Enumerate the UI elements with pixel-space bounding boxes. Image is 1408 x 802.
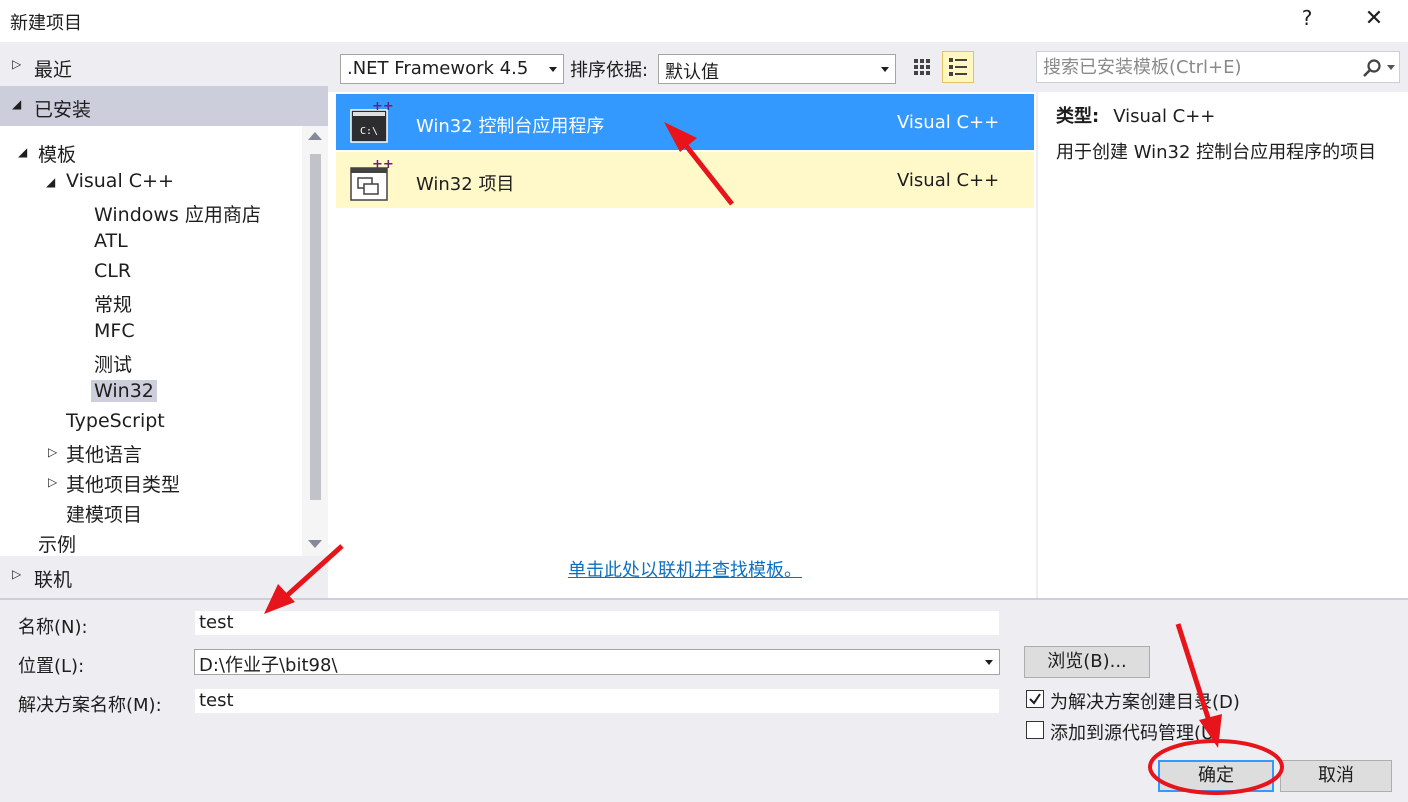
expand-arrow-icon: ▷: [48, 475, 58, 489]
sort-label: 排序依据:: [570, 60, 649, 81]
list-view-button[interactable]: [942, 51, 974, 83]
template-win32-project[interactable]: ++ Win32 项目 Visual C++: [336, 152, 1034, 208]
source-control-checkbox[interactable]: [1026, 721, 1044, 739]
svg-text:++: ++: [372, 160, 394, 172]
help-button[interactable]: ?: [1296, 6, 1318, 34]
template-win32-console[interactable]: C:\ ++ Win32 控制台应用程序 Visual C++: [336, 94, 1034, 150]
project-form: 名称(N): test 位置(L): D:\作业子\bit98\ 解决方案名称(…: [0, 598, 1408, 802]
collapse-arrow-icon: ◢: [12, 97, 22, 111]
cancel-button[interactable]: 取消: [1280, 760, 1392, 792]
framework-select[interactable]: .NET Framework 4.5: [340, 54, 564, 84]
name-input[interactable]: test: [194, 610, 1000, 636]
close-button[interactable]: ✕: [1358, 6, 1390, 34]
description-text: 用于创建 Win32 控制台应用程序的项目: [1056, 142, 1377, 163]
location-label: 位置(L):: [18, 656, 85, 677]
sort-select[interactable]: 默认值: [658, 54, 896, 84]
search-box[interactable]: [1036, 51, 1400, 83]
search-icon[interactable]: [1361, 58, 1383, 78]
chevron-down-icon: [985, 660, 993, 665]
tree-recent[interactable]: ▷ 最近: [0, 46, 328, 86]
browse-button[interactable]: 浏览(B)...: [1024, 646, 1150, 678]
toolbar: .NET Framework 4.5 排序依据: 默认值: [328, 42, 1408, 92]
list-view-icon: [949, 58, 967, 76]
scroll-down-icon[interactable]: [308, 540, 322, 548]
template-tree: ◢ 模板 ◢ Visual C++ Windows 应用商店 ATL CLR 常…: [0, 126, 328, 556]
title-bar: 新建项目 ? ✕: [0, 0, 1408, 42]
chevron-down-icon: [549, 67, 557, 72]
collapse-arrow-icon: ◢: [46, 175, 56, 189]
solution-name-input[interactable]: test: [194, 688, 1000, 714]
grid-view-icon: [914, 59, 930, 75]
window-title: 新建项目: [10, 13, 82, 34]
svg-text:C:\: C:\: [360, 126, 378, 137]
solution-name-label: 解决方案名称(M):: [18, 695, 162, 716]
online-templates-link[interactable]: 单击此处以联机并查找模板。: [336, 556, 1034, 582]
console-app-icon: C:\ ++: [350, 102, 394, 143]
expand-arrow-icon: ▷: [12, 57, 22, 71]
checkmark-icon: [1029, 693, 1041, 705]
scroll-up-icon[interactable]: [308, 132, 322, 140]
ok-button[interactable]: 确定: [1158, 760, 1274, 792]
name-label: 名称(N):: [18, 617, 88, 638]
expand-arrow-icon: ▷: [12, 567, 22, 581]
search-input[interactable]: [1043, 56, 1353, 78]
description-type: 类型: Visual C++: [1056, 106, 1216, 127]
svg-text:++: ++: [372, 102, 394, 114]
description-panel: 类型: Visual C++ 用于创建 Win32 控制台应用程序的项目: [1036, 92, 1408, 598]
small-icons-view-button[interactable]: [906, 51, 938, 83]
search-options-chevron-icon[interactable]: [1387, 65, 1395, 70]
create-directory-checkbox[interactable]: [1026, 690, 1044, 708]
tree-scrollbar[interactable]: [302, 126, 328, 556]
left-panel: ▷ 最近 ◢ 已安装 ◢ 模板 ◢ Visual C++ Windows 应用商…: [0, 42, 328, 598]
tree-online[interactable]: ▷ 联机: [0, 556, 328, 596]
tree-installed[interactable]: ◢ 已安装: [0, 86, 328, 126]
collapse-arrow-icon: ◢: [18, 145, 28, 159]
expand-arrow-icon: ▷: [48, 445, 58, 459]
scroll-thumb[interactable]: [310, 154, 321, 500]
win32-project-icon: ++: [350, 160, 394, 201]
template-list: C:\ ++ Win32 控制台应用程序 Visual C++ ++ Win32…: [336, 92, 1034, 598]
location-combo[interactable]: D:\作业子\bit98\: [194, 649, 1000, 676]
chevron-down-icon: [881, 67, 889, 72]
